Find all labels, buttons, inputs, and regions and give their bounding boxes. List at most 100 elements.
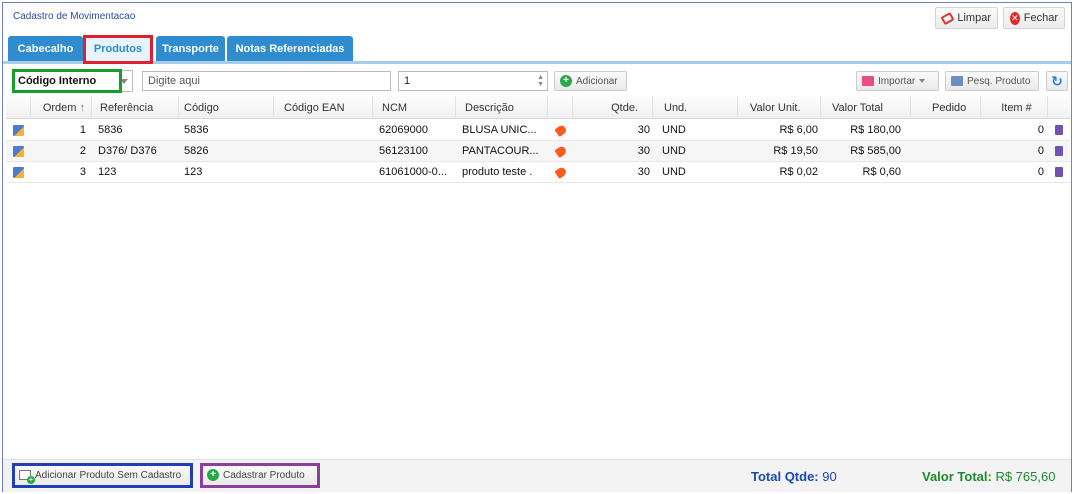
cell-valor-total: R$ 0,60 — [862, 166, 901, 178]
cell-codigo-ean — [274, 120, 373, 140]
header-ordem[interactable]: Ordem ↑ — [31, 96, 92, 119]
clear-button[interactable]: Limpar — [935, 7, 998, 29]
cell-ordem: 1 — [79, 124, 86, 136]
tab-notas-referenciadas[interactable]: Notas Referenciadas — [227, 36, 353, 61]
tag-cell[interactable] — [548, 120, 573, 140]
header-codigo-ean[interactable]: Código EAN — [274, 96, 373, 119]
table-row[interactable]: 1 5836 5836 62069000 BLUSA UNIC... 30 UND R$ 6,… — [6, 120, 1070, 141]
grid-header: Ordem ↑ Referência Código Código EAN NCM… — [6, 96, 1070, 119]
header-ordem-label: Ordem — [42, 101, 77, 114]
cell-ncm: 56123100 — [379, 145, 428, 157]
highlight-register-product — [200, 463, 320, 488]
header-codigo[interactable]: Código — [179, 96, 274, 119]
header-tag — [548, 96, 573, 119]
cell-item: 0 — [1037, 166, 1044, 178]
cell-referencia: 5836 — [98, 124, 123, 136]
table-row[interactable]: 3 123 123 61061000-0... produto teste . 30 UND… — [6, 162, 1070, 183]
header-und[interactable]: Und. — [653, 96, 738, 119]
stepper-arrows-icon[interactable]: ▲ ▼ — [537, 74, 544, 88]
cell-valor-total: R$ 585,00 — [850, 145, 901, 157]
trash-cell[interactable] — [1048, 120, 1070, 140]
plus-icon: + — [560, 75, 572, 87]
cell-ncm: 61061000-0... — [379, 166, 447, 178]
highlight-produtos-tab — [83, 35, 153, 64]
search-product-label: Pesq. Produto — [967, 75, 1031, 87]
cell-ordem: 3 — [79, 166, 86, 178]
products-grid: Ordem ↑ Referência Código Código EAN NCM… — [6, 96, 1070, 458]
cell-referencia: D376/ D376 — [98, 145, 157, 157]
tab-bar: Cabecalho Produtos Transporte Notas Refe… — [3, 36, 1071, 64]
refresh-button[interactable]: ↻ — [1046, 71, 1068, 91]
header-valor-unit[interactable]: Valor Unit. — [738, 96, 821, 119]
header-valor-total[interactable]: Valor Total — [821, 96, 911, 119]
cell-descricao: BLUSA UNIC... — [462, 124, 537, 136]
tab-cabecalho[interactable]: Cabecalho — [8, 36, 83, 61]
window-title: Cadastro de Movimentacao — [13, 11, 136, 22]
trash-icon — [1055, 146, 1063, 156]
product-search-input[interactable]: Digite aqui — [142, 71, 391, 91]
highlight-add-no-register — [12, 463, 193, 488]
edit-icon — [13, 124, 24, 136]
header-item[interactable]: Item # — [981, 96, 1048, 119]
cell-codigo-ean — [274, 162, 373, 182]
add-button-label: Adicionar — [576, 75, 618, 87]
cell-pedido — [911, 162, 981, 182]
tag-icon — [553, 165, 568, 179]
import-button[interactable]: Importar — [856, 71, 939, 91]
header-referencia[interactable]: Referência — [92, 96, 179, 119]
tag-icon — [553, 123, 568, 137]
edit-cell[interactable] — [6, 141, 31, 161]
cell-qtde: 30 — [637, 124, 650, 136]
edit-cell[interactable] — [6, 162, 31, 182]
cell-qtde: 30 — [637, 145, 650, 157]
header-pedido[interactable]: Pedido — [911, 96, 981, 119]
header-delete — [1048, 96, 1070, 119]
total-value-label: Valor Total: — [922, 469, 992, 484]
total-quantity: Total Qtde: 90 — [751, 469, 837, 484]
import-button-label: Importar — [878, 75, 916, 87]
close-button[interactable]: ✕ Fechar — [1003, 7, 1065, 29]
cell-und: UND — [662, 145, 686, 157]
tag-icon — [553, 144, 568, 158]
edit-icon — [13, 166, 24, 178]
cell-pedido — [911, 141, 981, 161]
cell-descricao: produto teste . — [462, 166, 533, 178]
cell-item: 0 — [1037, 145, 1044, 157]
search-product-button[interactable]: Pesq. Produto — [945, 71, 1039, 91]
cell-ncm: 62069000 — [379, 124, 428, 136]
total-quantity-value: 90 — [822, 469, 837, 484]
title-bar: Cadastro de Movimentacao Limpar ✕ Fechar — [3, 3, 1071, 33]
add-button[interactable]: + Adicionar — [554, 71, 627, 91]
trash-cell[interactable] — [1048, 162, 1070, 182]
cell-pedido — [911, 120, 981, 140]
import-icon — [862, 76, 874, 86]
clear-button-label: Limpar — [957, 12, 991, 24]
cell-item: 0 — [1037, 124, 1044, 136]
quantity-stepper[interactable]: 1 ▲ ▼ — [398, 71, 548, 91]
edit-cell[interactable] — [6, 120, 31, 140]
chevron-down-icon — [919, 79, 926, 83]
table-row[interactable]: 2 D376/ D376 5826 56123100 PANTACOUR... 30 UND… — [6, 141, 1070, 162]
cell-descricao: PANTACOUR... — [462, 145, 539, 157]
header-ncm[interactable]: NCM — [373, 96, 456, 119]
close-button-label: Fechar — [1023, 12, 1058, 24]
header-qtde[interactable]: Qtde. — [573, 96, 653, 119]
total-quantity-label: Total Qtde: — [751, 469, 819, 484]
header-descricao[interactable]: Descrição — [456, 96, 548, 119]
cell-valor-unit: R$ 19,50 — [773, 145, 818, 157]
tag-cell[interactable] — [548, 162, 573, 182]
header-actions — [6, 96, 31, 119]
cell-codigo: 5826 — [184, 145, 209, 157]
sort-asc-icon: ↑ — [79, 101, 86, 114]
movement-window: Cadastro de Movimentacao Limpar ✕ Fechar… — [2, 2, 1072, 492]
close-icon: ✕ — [1010, 11, 1020, 25]
eraser-icon — [940, 11, 955, 25]
quantity-value: 1 — [404, 75, 411, 87]
cell-und: UND — [662, 124, 686, 136]
edit-icon — [13, 145, 24, 157]
tab-transporte[interactable]: Transporte — [156, 36, 225, 61]
trash-cell[interactable] — [1048, 141, 1070, 161]
trash-icon — [1055, 167, 1063, 177]
tag-cell[interactable] — [548, 141, 573, 161]
cell-valor-unit: R$ 0,02 — [779, 166, 818, 178]
